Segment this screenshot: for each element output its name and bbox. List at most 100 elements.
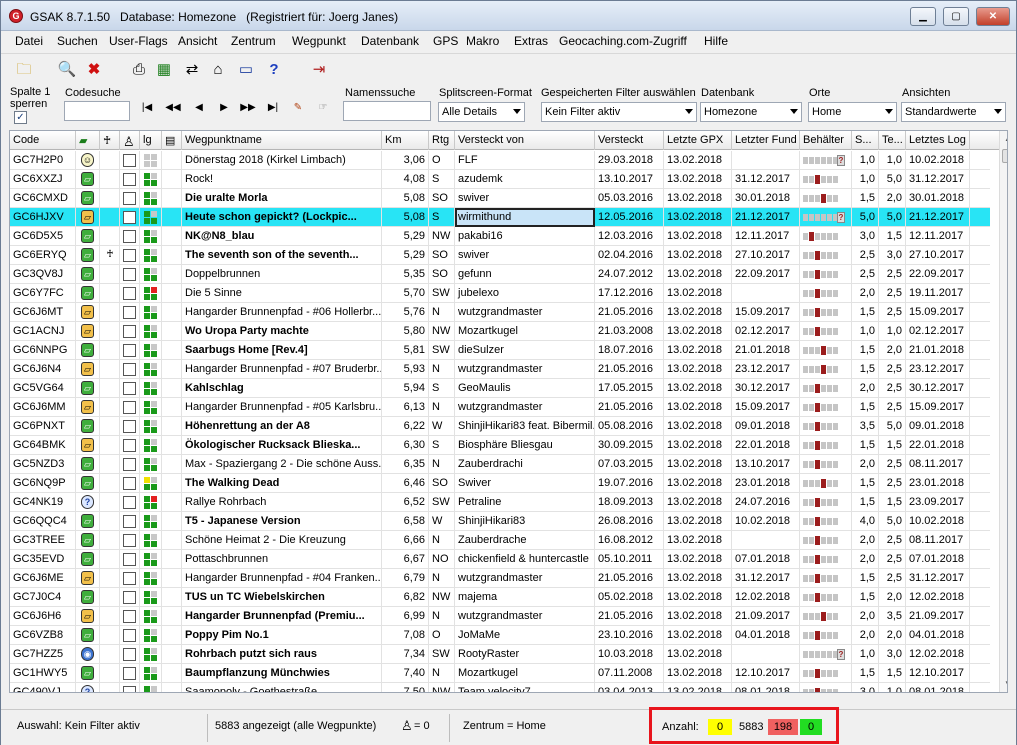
move-icon[interactable]: ⇄	[181, 59, 203, 81]
cell-t[interactable]: 2,5	[879, 284, 906, 303]
cell-lg[interactable]	[140, 626, 162, 645]
cell-t[interactable]: 1,5	[879, 227, 906, 246]
cell-hidden[interactable]: 18.07.2016	[595, 341, 664, 360]
cell-note[interactable]	[162, 170, 182, 189]
cell-bug[interactable]	[100, 474, 120, 493]
cell-container[interactable]	[800, 455, 852, 474]
cell-user-flag[interactable]	[120, 645, 140, 664]
cell-name[interactable]: The Walking Dead	[182, 474, 382, 493]
cell-gpx[interactable]: 13.02.2018	[664, 151, 732, 170]
cell-s[interactable]: 1,0	[852, 151, 879, 170]
cell-log[interactable]: 19.11.2017	[906, 284, 970, 303]
cell-owner[interactable]: jubelexo	[455, 284, 595, 303]
cell-hidden[interactable]: 05.10.2011	[595, 550, 664, 569]
header-col-type[interactable]: ▰	[76, 131, 100, 150]
cell-hidden[interactable]: 29.03.2018	[595, 151, 664, 170]
cell-owner[interactable]: Biosphäre Bliesgau	[455, 436, 595, 455]
header-col-owner[interactable]: Versteckt von	[455, 131, 595, 150]
cell-s[interactable]: 2,0	[852, 379, 879, 398]
cell-user-flag[interactable]	[120, 246, 140, 265]
cell-s[interactable]: 2,0	[852, 626, 879, 645]
user-flag-checkbox[interactable]	[123, 496, 136, 509]
cell-s[interactable]: 1,5	[852, 360, 879, 379]
cell-rtg[interactable]: SW	[429, 493, 455, 512]
cell-km[interactable]: 6,22	[382, 417, 429, 436]
cell-name[interactable]: Saarbugs Home [Rev.4]	[182, 341, 382, 360]
cell-name[interactable]: TUS un TC Wiebelskirchen	[182, 588, 382, 607]
cell-bug[interactable]	[100, 512, 120, 531]
cell-found[interactable]: 15.09.2017	[732, 303, 800, 322]
cell-owner[interactable]: RootyRaster	[455, 645, 595, 664]
cell-name[interactable]: Höhenrettung an der A8	[182, 417, 382, 436]
cell-s[interactable]: 2,5	[852, 246, 879, 265]
cell-log[interactable]: 07.01.2018	[906, 550, 970, 569]
cell-note[interactable]	[162, 322, 182, 341]
cell-note[interactable]	[162, 417, 182, 436]
cell-owner[interactable]: Petraline	[455, 493, 595, 512]
cell-log[interactable]: 12.10.2017	[906, 664, 970, 683]
cell-s[interactable]: 2,5	[852, 265, 879, 284]
cell-gpx[interactable]: 13.02.2018	[664, 398, 732, 417]
cell-lg[interactable]	[140, 151, 162, 170]
cell-lg[interactable]	[140, 265, 162, 284]
cell-t[interactable]: 3,5	[879, 607, 906, 626]
cell-note[interactable]	[162, 189, 182, 208]
cell-note[interactable]	[162, 626, 182, 645]
cell-user-flag[interactable]	[120, 227, 140, 246]
menu-wegpunkt[interactable]: Wegpunkt	[292, 34, 346, 48]
cell-name[interactable]: Ökologischer Rucksack Blieska...	[182, 436, 382, 455]
user-flag-checkbox[interactable]	[123, 648, 136, 661]
cell-bug[interactable]	[100, 683, 120, 692]
cell-rtg[interactable]: N	[429, 360, 455, 379]
cell-type[interactable]: ▱	[76, 436, 100, 455]
cell-owner[interactable]: Mozartkugel	[455, 664, 595, 683]
cell-name[interactable]: Doppelbrunnen	[182, 265, 382, 284]
cell-type[interactable]: ▱	[76, 398, 100, 417]
cell-name[interactable]: T5 - Japanese Version	[182, 512, 382, 531]
cell-type[interactable]: ▱	[76, 588, 100, 607]
cell-code[interactable]: GC1ACNJ	[10, 322, 76, 341]
cell-lg[interactable]	[140, 398, 162, 417]
cell-rtg[interactable]: N	[429, 607, 455, 626]
cell-container[interactable]: ?	[800, 208, 852, 227]
cell-owner[interactable]: Zauberdrachi	[455, 455, 595, 474]
cell-code[interactable]: GC490VJ	[10, 683, 76, 692]
cell-type[interactable]: ▱	[76, 284, 100, 303]
cell-rtg[interactable]: NW	[429, 683, 455, 692]
cell-name[interactable]: Hangarder Brunnenpfad (Premiu...	[182, 607, 382, 626]
cell-gpx[interactable]: 13.02.2018	[664, 531, 732, 550]
cell-owner[interactable]: azudemk	[455, 170, 595, 189]
user-flag-checkbox[interactable]	[123, 287, 136, 300]
cell-lg[interactable]	[140, 683, 162, 692]
cell-lg[interactable]	[140, 379, 162, 398]
cell-km[interactable]: 5,94	[382, 379, 429, 398]
cell-found[interactable]: 04.01.2018	[732, 626, 800, 645]
header-col-found[interactable]: Letzter Fund	[732, 131, 800, 150]
user-flag-checkbox[interactable]	[123, 173, 136, 186]
cell-type[interactable]: ▱	[76, 512, 100, 531]
cell-lg[interactable]	[140, 322, 162, 341]
cell-type[interactable]: ▱	[76, 303, 100, 322]
cell-name[interactable]: Hangarder Brunnenpfad - #04 Franken...	[182, 569, 382, 588]
cell-hidden[interactable]: 05.02.2018	[595, 588, 664, 607]
cell-user-flag[interactable]	[120, 417, 140, 436]
cell-hidden[interactable]: 07.03.2015	[595, 455, 664, 474]
cell-t[interactable]: 1,5	[879, 436, 906, 455]
cell-s[interactable]: 5,0	[852, 208, 879, 227]
cell-bug[interactable]	[100, 227, 120, 246]
prev-page-button[interactable]: ◀◀	[162, 100, 184, 116]
table-row[interactable]: GC6PNXT ▱ Höhenrettung an der A8 6,22 W Shinj…	[10, 417, 990, 436]
cell-gpx[interactable]: 13.02.2018	[664, 246, 732, 265]
cell-name[interactable]: Die 5 Sinne	[182, 284, 382, 303]
cell-rtg[interactable]: SW	[429, 284, 455, 303]
cell-note[interactable]	[162, 683, 182, 692]
cell-owner[interactable]: dieSulzer	[455, 341, 595, 360]
table-row[interactable]: GC6J6ME ▱ Hangarder Brunnenpfad - #04 Fran…	[10, 569, 990, 588]
cell-t[interactable]: 5,0	[879, 208, 906, 227]
cell-lg[interactable]	[140, 284, 162, 303]
first-record-button[interactable]: |◀	[136, 100, 158, 116]
cell-bug[interactable]	[100, 208, 120, 227]
cell-user-flag[interactable]	[120, 512, 140, 531]
waypoint-grid[interactable]: Code ▰ ♰ ♙ lg ▤ Wegpunktname Km Rtg Versteckt von…	[9, 130, 1008, 693]
cell-name[interactable]: Die uralte Morla	[182, 189, 382, 208]
